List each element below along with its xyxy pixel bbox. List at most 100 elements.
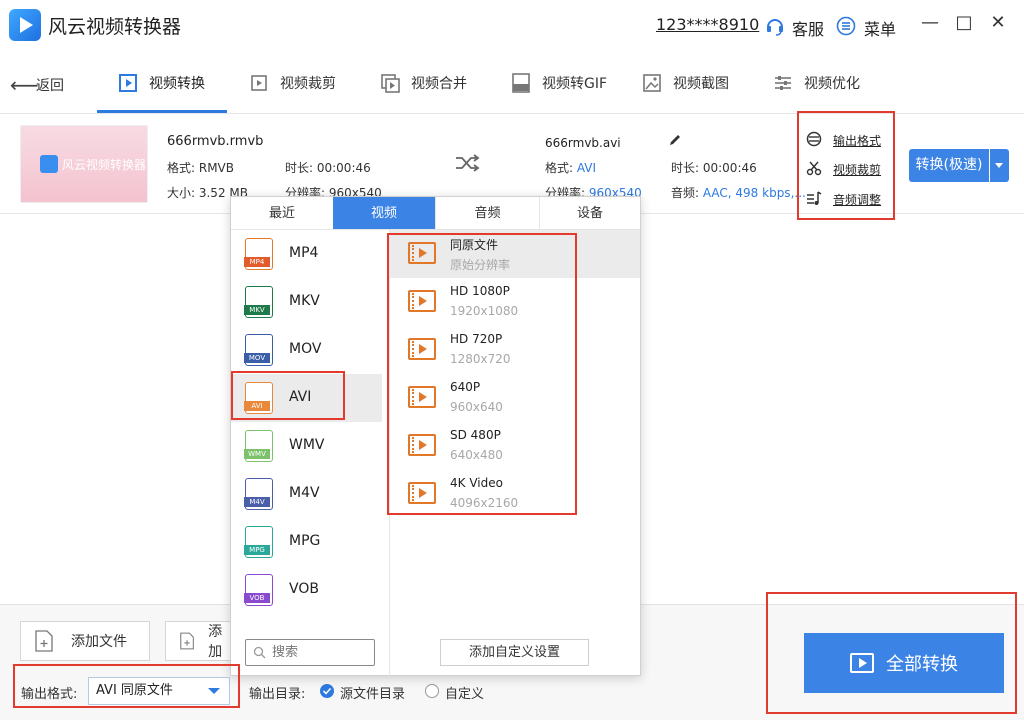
account-phone-link[interactable]: 123****8910 <box>656 15 759 34</box>
convert-all-button[interactable]: 全部转换 <box>804 633 1004 693</box>
resolution-name: 4K Video <box>450 476 503 490</box>
source-file-name: 666rmvb.rmvb <box>167 134 264 149</box>
resolution-list: 同原文件 原始分辨率 HD 1080P 1920x1080 HD 720P 12… <box>390 230 640 530</box>
tab-video[interactable]: 视频 <box>333 197 435 230</box>
format-list: MP4 MP4 MKV MKV MOV MOV AVI AVI WMV WMV … <box>231 230 390 676</box>
add-folder-icon <box>180 632 194 650</box>
output-format-option[interactable]: 输出格式 <box>833 132 881 149</box>
maximize-button[interactable]: □ <box>952 12 976 38</box>
resolution-name: SD 480P <box>450 428 501 442</box>
video-crop-option[interactable]: 视频裁剪 <box>833 161 881 178</box>
tab-audio[interactable]: 音频 <box>435 197 539 230</box>
radio-source-dir[interactable] <box>320 684 334 698</box>
tab-video-convert[interactable]: 视频转换 <box>117 52 205 114</box>
add-file-icon <box>35 630 53 652</box>
output-format-label: 输出格式: <box>21 687 78 702</box>
minimize-button[interactable]: — <box>918 12 942 38</box>
output-format: 格式: AVI <box>545 161 597 175</box>
close-button[interactable]: ✕ <box>986 12 1010 38</box>
tab-label: 视频转换 <box>149 76 205 92</box>
scissors-icon <box>806 161 822 176</box>
resolution-name: HD 720P <box>450 332 503 346</box>
screenshot-icon <box>643 74 661 92</box>
output-file-name: 666rmvb.avi <box>545 136 621 150</box>
film-icon <box>408 290 436 312</box>
thumbnail-caption: 风云视频转换器 <box>62 158 147 172</box>
resolution-item[interactable]: 同原文件 原始分辨率 <box>390 230 640 278</box>
add-folder-button[interactable]: 添加 <box>165 621 231 661</box>
film-icon <box>408 482 436 504</box>
output-format-icon <box>806 131 822 147</box>
tab-video-merge[interactable]: 视频合并 <box>379 52 467 114</box>
film-icon <box>408 338 436 360</box>
output-dir-label: 输出目录: <box>249 687 306 702</box>
tab-video-screenshot[interactable]: 视频截图 <box>641 52 729 114</box>
tab-label: 视频截图 <box>673 76 729 92</box>
active-tab-indicator <box>97 110 227 113</box>
resolution-name: HD 1080P <box>450 284 510 298</box>
audio-adjust-icon <box>807 191 822 205</box>
resolution-item[interactable]: 640P 960x640 <box>390 374 640 422</box>
source-format: 格式: RMVB <box>167 161 234 175</box>
add-folder-label: 添加 <box>208 624 223 660</box>
format-name: AVI <box>289 389 312 405</box>
video-convert-icon <box>119 74 137 92</box>
add-file-button[interactable]: 添加文件 <box>20 621 150 661</box>
film-icon <box>408 434 436 456</box>
tab-video-gif[interactable]: 视频转GIF <box>510 52 607 114</box>
resolution-item[interactable]: SD 480P 640x480 <box>390 422 640 470</box>
format-item-mkv[interactable]: MKV MKV <box>231 278 390 326</box>
tab-label: 视频合并 <box>411 76 467 92</box>
film-icon <box>408 386 436 408</box>
format-item-mov[interactable]: MOV MOV <box>231 326 390 374</box>
back-button[interactable]: 返回 <box>36 75 64 95</box>
back-arrow-icon[interactable]: ⟵ <box>10 73 39 97</box>
wmv-file-icon: WMV <box>244 430 273 462</box>
feature-nav: ⟵ 返回 视频转换 视频裁剪 视频合并 视频转GIF 视频截图 视频优化 <box>0 52 1024 114</box>
format-name: M4V <box>289 485 320 501</box>
add-custom-setting-button[interactable]: 添加自定义设置 <box>440 639 589 666</box>
resolution-value: 960x640 <box>450 400 503 414</box>
format-item-m4v[interactable]: M4V M4V <box>231 470 390 518</box>
check-icon <box>322 687 332 695</box>
radio-source-dir-label: 源文件目录 <box>340 687 406 702</box>
tab-label: 视频转GIF <box>542 76 608 92</box>
format-name: WMV <box>289 437 325 453</box>
resolution-item[interactable]: HD 1080P 1920x1080 <box>390 278 640 326</box>
resolution-item[interactable]: 4K Video 4096x2160 <box>390 470 640 518</box>
mpg-file-icon: MPG <box>244 526 273 558</box>
radio-custom-dir[interactable] <box>425 684 439 698</box>
chevron-down-icon[interactable] <box>208 688 220 694</box>
tab-device[interactable]: 设备 <box>539 197 640 230</box>
app-title: 风云视频转换器 <box>48 16 182 38</box>
support-button[interactable]: 客服 <box>792 16 824 40</box>
format-item-vob[interactable]: VOB VOB <box>231 566 390 614</box>
format-name: MP4 <box>289 245 319 261</box>
format-picker-popup: 最近 视频 音频 设备 MP4 MP4 MKV MKV MOV MOV AVI … <box>230 196 641 676</box>
convert-dropdown-icon[interactable] <box>990 149 1009 182</box>
audio-adjust-option[interactable]: 音频调整 <box>833 191 881 208</box>
radio-custom-dir-label: 自定义 <box>445 687 485 702</box>
headset-icon[interactable] <box>765 16 785 36</box>
tab-video-optimize[interactable]: 视频优化 <box>772 52 860 114</box>
gif-icon <box>512 73 530 93</box>
format-name: MKV <box>289 293 320 309</box>
menu-icon[interactable] <box>836 16 856 36</box>
menu-button[interactable]: 菜单 <box>864 16 896 40</box>
edit-pencil-icon[interactable] <box>668 133 682 147</box>
tab-recent[interactable]: 最近 <box>231 197 333 230</box>
avi-file-icon: AVI <box>244 382 273 414</box>
output-audio: 音频: AAC, 498 kbps,... <box>671 186 806 200</box>
format-item-wmv[interactable]: WMV WMV <box>231 422 390 470</box>
resolution-value: 640x480 <box>450 448 503 462</box>
convert-fast-button[interactable]: 转换(极速) <box>909 149 989 182</box>
format-name: VOB <box>289 581 319 597</box>
resolution-item[interactable]: HD 720P 1280x720 <box>390 326 640 374</box>
format-item-avi[interactable]: AVI AVI <box>231 374 382 422</box>
tab-video-crop[interactable]: 视频裁剪 <box>248 52 336 114</box>
format-item-mp4[interactable]: MP4 MP4 <box>231 230 390 278</box>
format-item-mpg[interactable]: MPG MPG <box>231 518 390 566</box>
mp4-file-icon: MP4 <box>244 238 273 270</box>
resolution-value: 原始分辨率 <box>450 258 511 272</box>
resolution-value: 4096x2160 <box>450 496 519 510</box>
